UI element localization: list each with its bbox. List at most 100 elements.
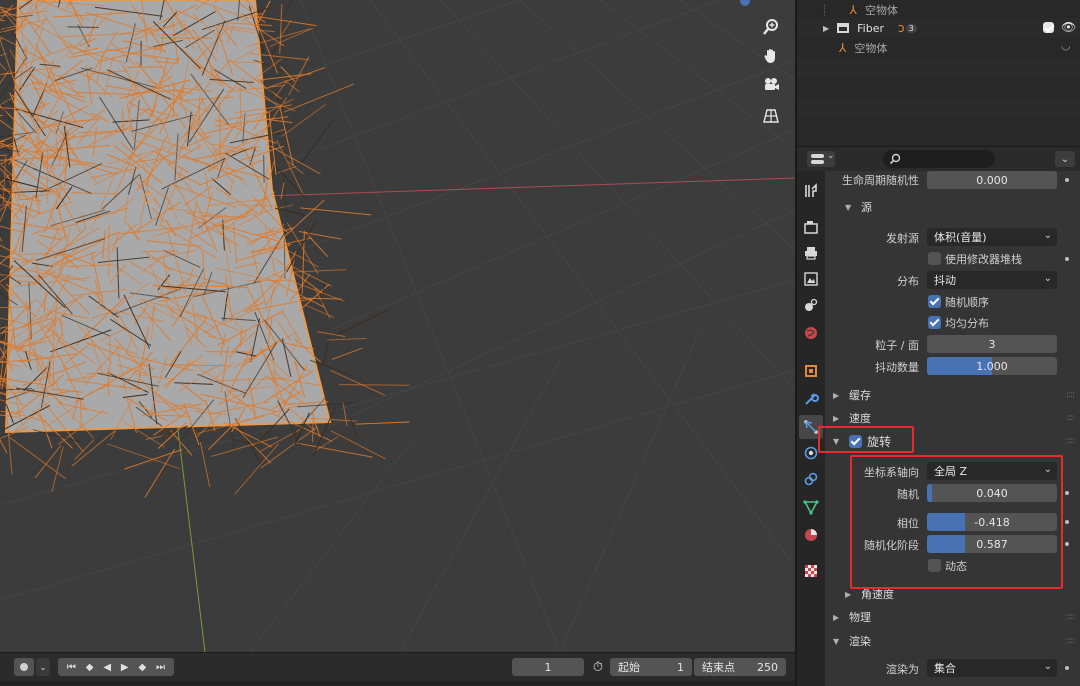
emit-from-label: 发射源	[886, 232, 919, 245]
dynamic-checkbox[interactable]	[928, 559, 941, 572]
keyframe-dot[interactable]	[1065, 178, 1069, 182]
property-search-input[interactable]	[883, 150, 995, 168]
camera-icon[interactable]	[758, 72, 784, 98]
record-button[interactable]	[14, 658, 34, 676]
use-modifier-stack-checkbox[interactable]	[928, 252, 941, 265]
zoom-icon[interactable]	[758, 14, 784, 40]
physics-icon	[804, 446, 818, 460]
exclude-checkbox[interactable]	[1043, 22, 1054, 33]
outliner-empty-row	[797, 58, 1080, 78]
panel-physics-header[interactable]: ▶ 物理 ::::	[825, 606, 1080, 628]
keyframe-dot[interactable]	[1065, 491, 1069, 495]
keyframe-dot[interactable]	[1065, 520, 1069, 524]
hand-pan-icon[interactable]	[758, 43, 784, 69]
jump-end-icon[interactable]: ⏭	[156, 662, 165, 673]
empty-object-icon: ⅄	[849, 3, 857, 17]
prev-keyframe-icon[interactable]: ◆	[86, 662, 94, 673]
drag-grip-icon[interactable]: ::::	[1066, 390, 1075, 400]
jump-start-icon[interactable]: ⏮	[67, 662, 76, 673]
perspective-grid-icon[interactable]	[758, 103, 784, 129]
chevron-down-icon: ⌄	[1060, 153, 1070, 165]
distribution-dropdown[interactable]: 抖动 ⌄	[927, 271, 1057, 289]
play-reverse-icon[interactable]: ◀	[103, 662, 111, 673]
end-frame-field[interactable]: 结束点 250	[694, 658, 786, 676]
panel-rotation-header[interactable]: ▼ 旋转 ::::	[825, 430, 1080, 452]
particles-per-face-field[interactable]: 3	[927, 335, 1057, 353]
panel-source-header[interactable]: ▼ 源	[825, 196, 1080, 218]
fiber-plane[interactable]	[4, 0, 332, 434]
distribution-value: 抖动	[934, 274, 956, 287]
panel-cache-header[interactable]: ▶ 缓存 ::::	[825, 384, 1080, 406]
tab-material[interactable]	[799, 523, 823, 547]
viewport-scene	[0, 0, 795, 652]
tab-modifiers[interactable]	[799, 387, 823, 411]
play-icon[interactable]: ▶	[121, 662, 129, 673]
lifetime-random-field[interactable]: 0.000	[927, 171, 1057, 189]
drag-grip-icon[interactable]: ::::	[1066, 636, 1075, 646]
tab-particles[interactable]	[799, 415, 823, 439]
phase-slider[interactable]: -0.418	[927, 513, 1057, 531]
expand-arrow-icon[interactable]: ▶	[823, 24, 829, 33]
tab-render[interactable]	[799, 215, 823, 239]
tree-line: ┊	[821, 3, 828, 17]
keyframe-dot[interactable]	[1065, 257, 1069, 261]
panel-render-header[interactable]: ▼ 渲染 ::::	[825, 630, 1080, 652]
drag-grip-icon[interactable]: ::::	[1066, 413, 1075, 423]
drag-grip-icon[interactable]: ::::	[1066, 436, 1075, 446]
phase-label: 相位	[897, 517, 919, 530]
eye-icon[interactable]: 👁	[1061, 20, 1076, 34]
phase-value: -0.418	[974, 515, 1010, 529]
tab-output[interactable]	[799, 241, 823, 265]
tab-data[interactable]	[799, 495, 823, 519]
emit-from-dropdown[interactable]: 体积(音量) ⌄	[927, 228, 1057, 246]
tab-world[interactable]	[799, 321, 823, 345]
jitter-amount-slider[interactable]: 1.000	[927, 357, 1057, 375]
eye-closed-icon[interactable]: ◡	[1061, 39, 1071, 52]
render-as-value: 集合	[934, 662, 956, 675]
keying-dropdown-button[interactable]: ⌄	[36, 658, 50, 676]
current-frame-field[interactable]: 1	[512, 658, 584, 676]
rotation-random-slider[interactable]: 0.040	[927, 484, 1057, 502]
random-order-label: 随机顺序	[945, 296, 989, 309]
options-dropdown-button[interactable]: ⌄	[1055, 151, 1075, 167]
chevron-down-icon: ⌄	[1043, 464, 1052, 475]
tab-tool[interactable]	[799, 179, 823, 203]
orientation-axis-dropdown[interactable]: 全局 Z ⌄	[927, 462, 1057, 480]
next-keyframe-icon[interactable]: ◆	[138, 662, 146, 673]
random-phase-label: 随机化阶段	[864, 539, 919, 552]
editor-type-icon	[811, 154, 824, 158]
3d-viewport[interactable]	[0, 0, 795, 652]
panel-angular-velocity-header[interactable]: ▶ 角速度	[825, 583, 1080, 605]
random-order-checkbox[interactable]	[928, 295, 941, 308]
render-as-dropdown[interactable]: 集合 ⌄	[927, 659, 1057, 677]
keyframe-dot[interactable]	[1065, 666, 1069, 670]
panel-render-title: 渲染	[849, 635, 871, 648]
panel-collapsed-icon: ▶	[833, 612, 840, 622]
particles-icon	[804, 420, 818, 434]
chevron-down-icon: ⌄	[827, 151, 835, 161]
orientation-axis-value: 全局 Z	[934, 465, 968, 478]
tab-constraints[interactable]	[799, 467, 823, 491]
start-frame-field[interactable]: 起始 1	[610, 658, 692, 676]
drag-grip-icon[interactable]: ::::	[1066, 612, 1075, 622]
rotation-enable-checkbox[interactable]	[849, 434, 862, 448]
stopwatch-icon[interactable]: ⏱	[588, 658, 608, 676]
tab-view-layer[interactable]	[799, 267, 823, 291]
timeline-bar: ⌄ ⏮ ◆ ◀ ▶ ◆ ⏭ 1 ⏱ 起始 1 结束点 250	[0, 652, 795, 686]
random-phase-slider[interactable]: 0.587	[927, 535, 1057, 553]
even-distribution-label: 均匀分布	[945, 317, 989, 330]
tab-physics[interactable]	[799, 441, 823, 465]
frame-ruler[interactable]	[0, 681, 795, 686]
panel-collapsed-icon: ▶	[833, 390, 840, 400]
outliner-row-fiber[interactable]: ▶ Fiber ↄ 3 👁	[797, 18, 1080, 38]
tab-object[interactable]	[799, 359, 823, 383]
tab-texture[interactable]	[799, 559, 823, 583]
outliner-row-empty-child[interactable]: ┊ ⅄ 空物体	[797, 0, 1080, 20]
panel-velocity-header[interactable]: ▶ 速度 ::::	[825, 407, 1080, 429]
tab-scene[interactable]	[799, 293, 823, 317]
outliner-row-empty[interactable]: ⅄ 空物体 ◡	[797, 38, 1080, 58]
even-distribution-checkbox[interactable]	[928, 316, 941, 329]
keyframe-dot[interactable]	[1065, 542, 1069, 546]
panel-rotation-title: 旋转	[867, 434, 892, 449]
editor-type-button[interactable]: ⌄	[807, 151, 835, 167]
